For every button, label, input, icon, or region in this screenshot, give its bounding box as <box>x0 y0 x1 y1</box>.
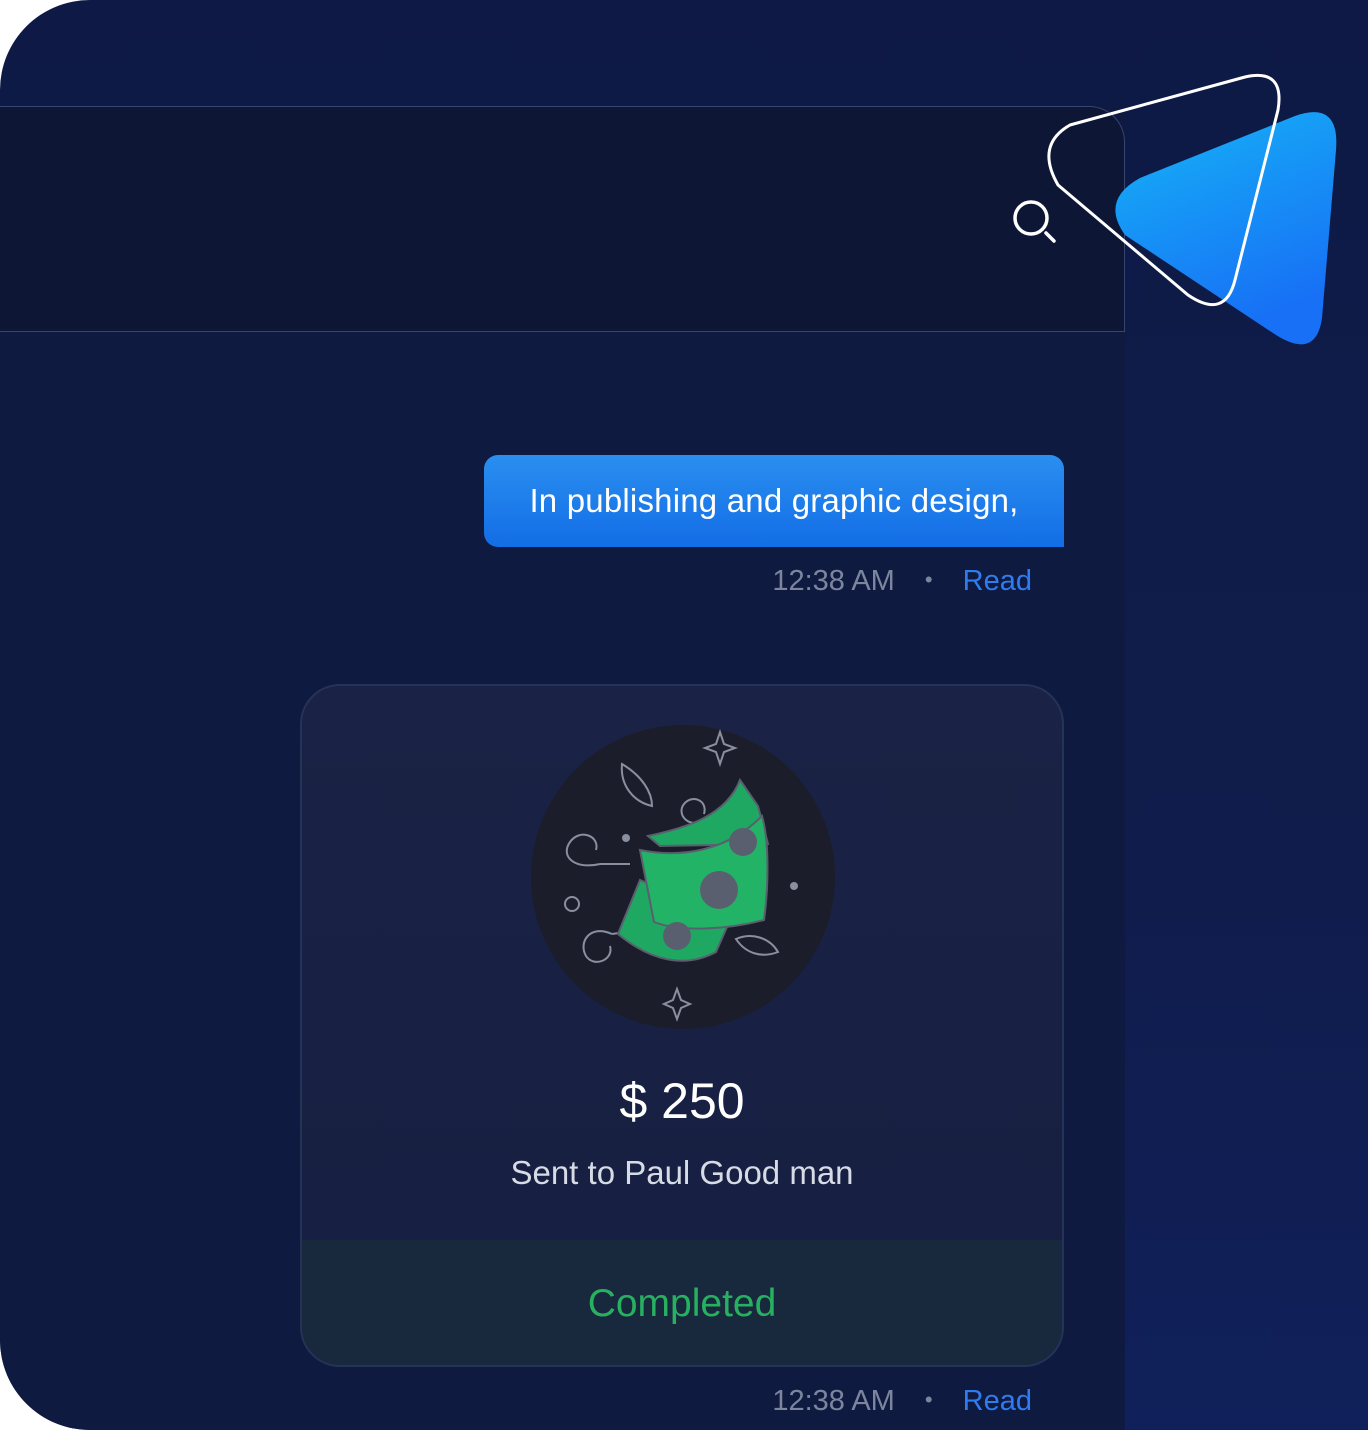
chat-header <box>0 106 1125 332</box>
payment-recipient: Sent to Paul Good man <box>510 1154 854 1191</box>
flying-money-icon <box>531 725 835 1029</box>
message-meta: 12:38 AM • Read <box>760 560 1032 600</box>
read-status: Read <box>962 1385 1032 1417</box>
message-bubble[interactable]: In publishing and graphic design, <box>484 455 1064 547</box>
payment-amount: $ 250 <box>619 1073 745 1129</box>
payment-card[interactable]: $ 250 Sent to Paul Good man Completed <box>300 684 1064 1367</box>
play-triangle-logo <box>1047 74 1337 345</box>
message-time: 12:38 AM <box>772 1385 895 1417</box>
payment-status-badge: Completed <box>302 1240 1062 1365</box>
message-meta: 12:38 AM • Read <box>760 1380 1032 1420</box>
meta-separator: • <box>924 567 933 592</box>
message-time: 12:38 AM <box>772 565 895 597</box>
app-frame: In publishing and graphic design, 12:38 … <box>0 0 1368 1430</box>
payment-status-label: Completed <box>587 1282 777 1325</box>
read-status: Read <box>962 565 1032 597</box>
message-text: In publishing and graphic design, <box>529 482 1019 519</box>
meta-separator: • <box>924 1387 933 1412</box>
